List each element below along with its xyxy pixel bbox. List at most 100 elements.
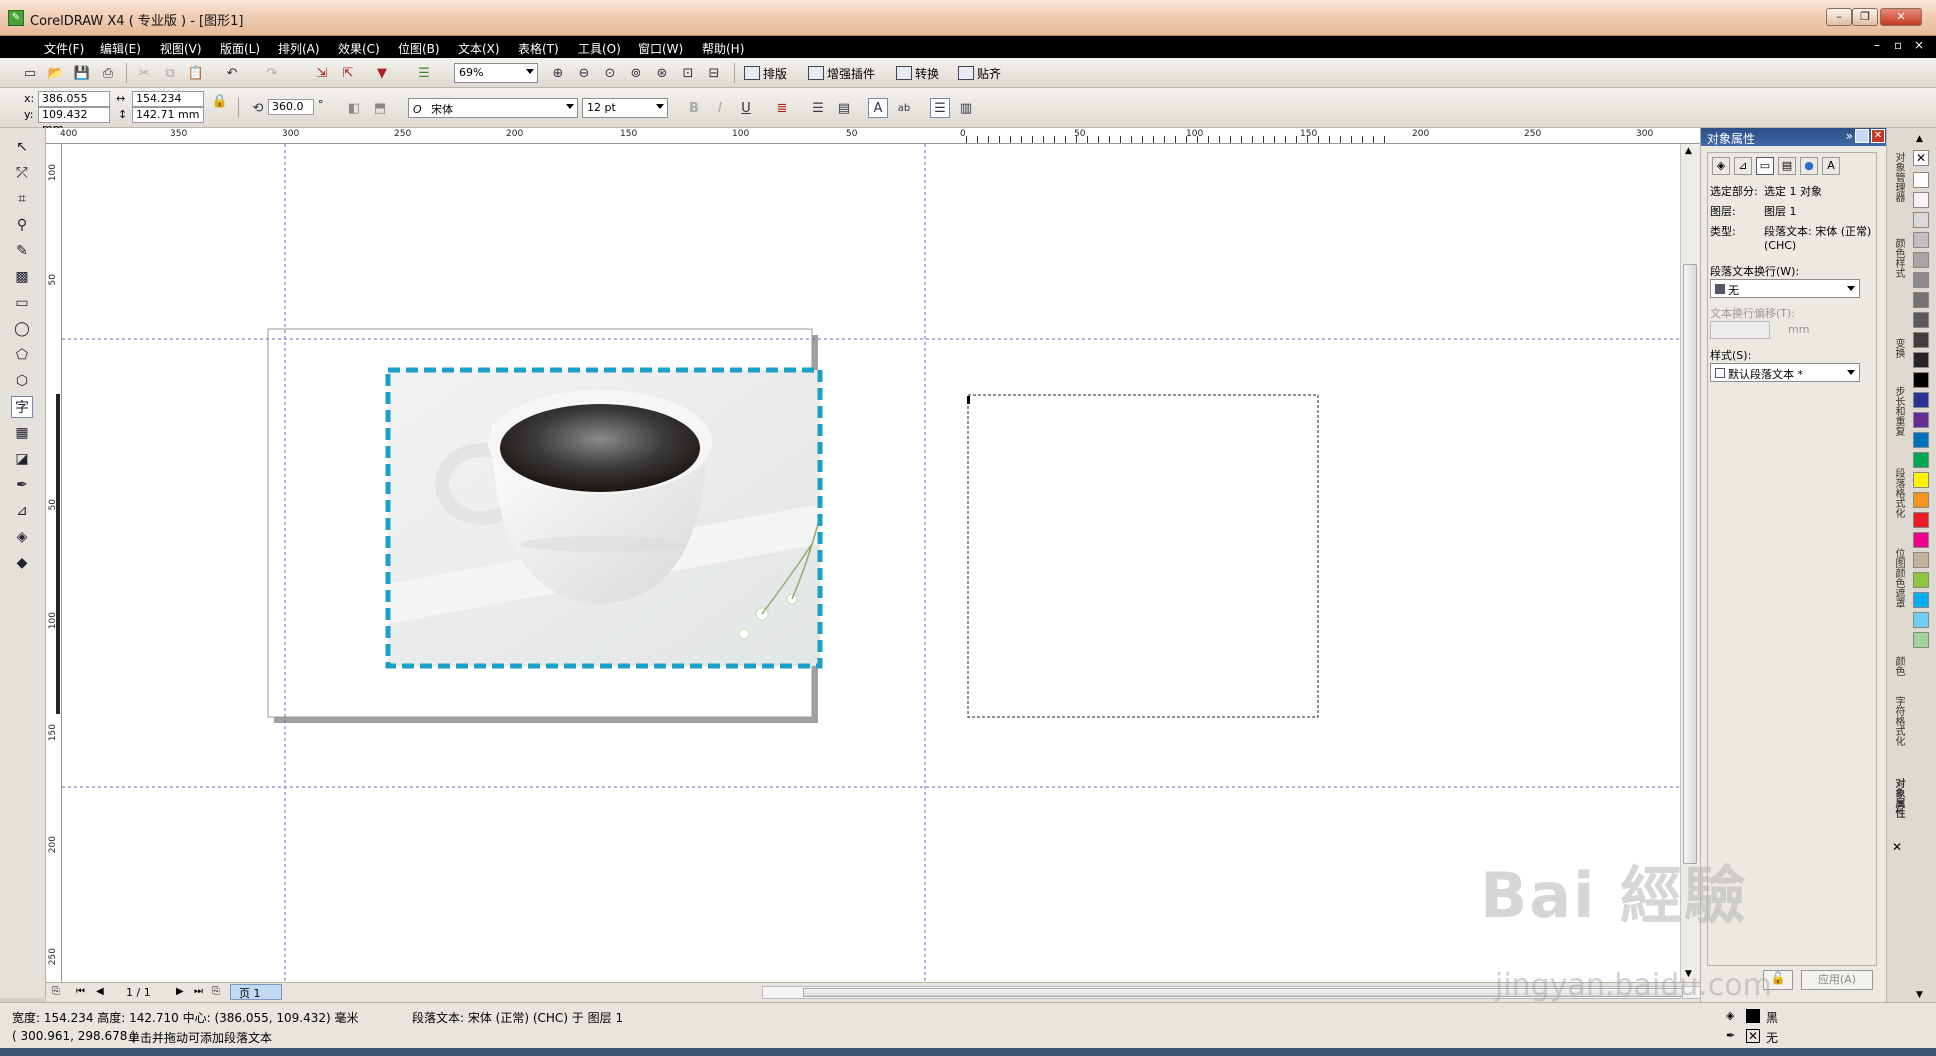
tab-bitmap-color-mask[interactable]: 位图颜色遮罩 [1890,548,1906,608]
application-launcher-icon[interactable]: ▼ [372,63,392,83]
y-position-field[interactable]: 109.432 mm [38,107,110,135]
mirror-horizontal-icon[interactable]: ◧ [344,98,364,118]
menu-layout[interactable]: 版面(L) [220,40,260,57]
scroll-up-icon[interactable]: ▲ [1685,146,1692,156]
table-tool-icon[interactable]: ▦ [11,422,33,444]
copy-icon[interactable]: ⧉ [160,63,180,83]
fill-tool-icon[interactable]: ◈ [11,526,33,548]
underline-icon[interactable]: U [736,98,756,118]
color-swatch[interactable] [1913,172,1929,188]
zoom-page-icon[interactable]: ⊛ [652,63,672,83]
interactive-blend-tool-icon[interactable]: ◪ [11,448,33,470]
close-tabs-icon[interactable]: ✕ [1892,840,1902,854]
menu-text[interactable]: 文本(X) [458,40,500,57]
color-swatch[interactable] [1913,232,1929,248]
tab-character-format[interactable]: 字符格式化 [1890,696,1906,746]
style-select[interactable]: 默认段落文本 * [1710,363,1860,382]
new-document-icon[interactable]: ▭ [20,63,40,83]
shape-tool-icon[interactable]: ⤱ [11,162,33,184]
rotation-field[interactable]: 360.0 [268,99,314,115]
eyedropper-tool-icon[interactable]: ✒ [11,474,33,496]
color-swatch[interactable] [1913,272,1929,288]
undo-icon[interactable]: ↶ [222,63,242,83]
color-swatch[interactable] [1913,432,1929,448]
font-family-select[interactable]: O 宋体 [408,98,578,118]
general-tab-icon[interactable]: ▭ [1756,157,1774,175]
tab-color-styles[interactable]: 颜色样式 [1890,238,1906,278]
color-swatch[interactable] [1913,372,1929,388]
welcome-screen-icon[interactable]: ☰ [414,63,434,83]
no-color-swatch[interactable]: ✕ [1913,150,1929,166]
color-swatch[interactable] [1913,332,1929,348]
layout-button[interactable]: 排版 [744,63,787,83]
plugin-button[interactable]: 增强插件 [808,63,875,83]
zoom-height-icon[interactable]: ⊟ [704,63,724,83]
color-swatch[interactable] [1913,352,1929,368]
fill-tab-icon[interactable]: ◈ [1712,157,1730,175]
tab-object-manager[interactable]: 对象管理器 [1890,152,1906,202]
menu-edit[interactable]: 编辑(E) [100,40,141,57]
color-swatch[interactable] [1913,212,1929,228]
tab-step-repeat[interactable]: 步长和重复 [1890,386,1906,436]
color-swatch[interactable] [1913,572,1929,588]
tab-transform[interactable]: 变换 [1890,338,1906,358]
next-page-icon[interactable]: ▶ [176,986,184,997]
internet-tab-icon[interactable]: ● [1800,157,1818,175]
zoom-level-select[interactable]: 69% [454,63,538,83]
tab-object-properties[interactable]: 对象属性 [1890,778,1906,818]
snap-button[interactable]: 贴齐 [958,63,1001,83]
zoom-all-icon[interactable]: ⊚ [626,63,646,83]
docker-close-icon[interactable]: ✕ [1871,129,1885,143]
tab-paragraph-format[interactable]: 段落格式化 [1890,468,1906,518]
menu-file[interactable]: 文件(F) [44,40,84,57]
color-swatch[interactable] [1913,512,1929,528]
scrollbar-thumb[interactable] [1683,264,1697,864]
menu-window[interactable]: 窗口(W) [638,40,683,57]
outline-tool-icon[interactable]: ⊿ [11,500,33,522]
mirror-vertical-icon[interactable]: ⬒ [370,98,390,118]
polygon-tool-icon[interactable]: ⬠ [11,344,33,366]
color-swatch[interactable] [1913,192,1929,208]
close-button[interactable]: ✕ [1880,8,1922,26]
paste-icon[interactable]: 📋 [186,63,206,83]
fill-swatch[interactable] [1746,1009,1760,1023]
basic-shapes-tool-icon[interactable]: ⬡ [11,370,33,392]
menu-view[interactable]: 视图(V) [160,40,202,57]
lock-ratio-icon[interactable]: 🔒 [210,91,230,111]
smart-fill-tool-icon[interactable]: ▩ [11,266,33,288]
previous-page-icon[interactable]: ◀ [96,986,104,997]
outline-none-icon[interactable]: ✕ [1746,1029,1760,1043]
color-swatch[interactable] [1913,292,1929,308]
color-swatch[interactable] [1913,312,1929,328]
color-swatch[interactable] [1913,532,1929,548]
doc-restore-icon[interactable]: ▫ [1894,38,1902,52]
color-swatch[interactable] [1913,472,1929,488]
doc-close-icon[interactable]: × [1914,38,1924,52]
ellipse-tool-icon[interactable]: ◯ [11,318,33,340]
text-format-icon[interactable]: A [868,98,888,118]
drawing-canvas[interactable] [62,144,1680,982]
first-page-icon[interactable]: ⏮ [76,986,85,997]
drop-cap-icon[interactable]: ▤ [834,98,854,118]
add-page-icon[interactable]: ⎘ [52,986,60,997]
restore-button[interactable]: ❐ [1852,8,1878,26]
bold-icon[interactable]: B [684,98,704,118]
export-icon[interactable]: ⇱ [338,63,358,83]
color-swatch[interactable] [1913,552,1929,568]
color-swatch[interactable] [1913,612,1929,628]
menu-tools[interactable]: 工具(O) [578,40,621,57]
horizontal-text-icon[interactable]: ☰ [930,98,950,118]
add-page-after-icon[interactable]: ⎘ [212,986,220,997]
cut-icon[interactable]: ✂ [134,63,154,83]
page-tab[interactable]: 页 1 [230,984,282,1000]
last-page-icon[interactable]: ⏭ [194,986,203,997]
palette-scroll-down-icon[interactable]: ▼ [1916,990,1923,1000]
color-swatch[interactable] [1913,632,1929,648]
interactive-fill-tool-icon[interactable]: ◆ [11,552,33,574]
palette-scroll-up-icon[interactable]: ▲ [1916,134,1923,144]
redo-icon[interactable]: ↷ [262,63,282,83]
open-folder-icon[interactable]: 📂 [46,63,66,83]
zoom-tool-icon[interactable]: ⚲ [11,214,33,236]
width-field[interactable]: 154.234 mm [132,91,204,119]
vertical-text-icon[interactable]: ▥ [956,98,976,118]
